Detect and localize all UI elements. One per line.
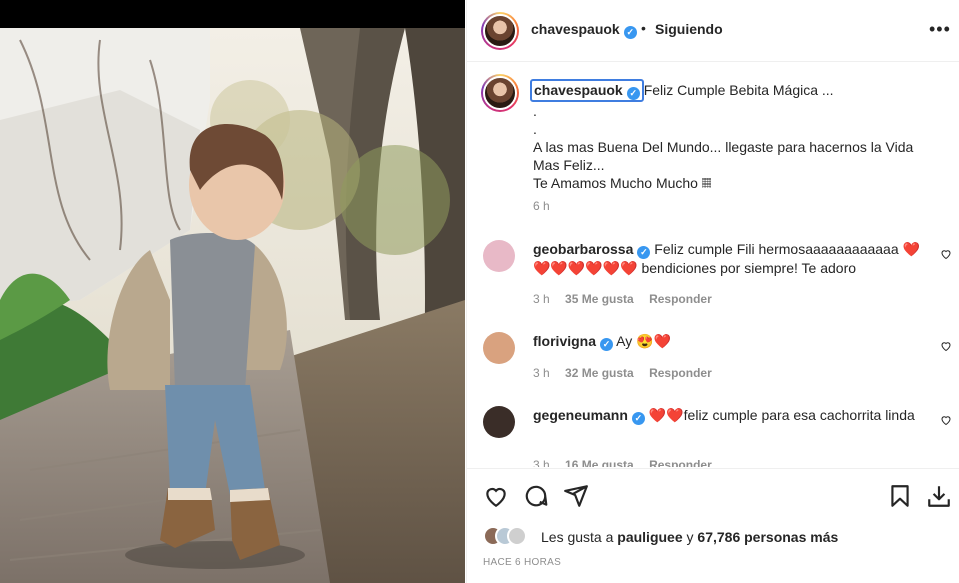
liker-username[interactable]: pauliguee [617,529,682,545]
heart-icon[interactable] [940,248,952,260]
author-username[interactable]: chavespauok ✓ [531,21,637,39]
bookmark-icon[interactable] [887,483,913,509]
comment-text: geobarbarossa ✓ Feliz cumple Fili hermosa… [533,240,933,278]
comment-text: gegeneumann ✓ ❤️❤️feliz cumple para esa c… [533,406,933,425]
heart-icon[interactable] [940,340,952,352]
comment-icon[interactable] [523,483,549,509]
post-photo[interactable] [0,0,465,583]
verified-badge-icon: ✓ [631,412,645,425]
comment-meta: 3 h 35 Me gusta Responder [533,292,724,306]
caption-line: Te Amamos Mucho Mucho 𝄜 [533,175,712,191]
caption-body: chavespauok ✓ Feliz Cumple Bebita Mágica .… [530,79,933,192]
liker-avatar[interactable] [507,526,527,546]
commenter-avatar[interactable] [483,332,515,364]
post-timestamp[interactable]: HACE 6 HORAS [483,557,561,568]
commenter-username[interactable]: florivigna [533,333,596,349]
comment-time: 3 h [533,366,550,380]
download-icon[interactable] [926,483,952,509]
comment-body: Ay 😍❤️ [616,333,671,349]
commenter-username[interactable]: geobarbarossa [533,241,633,257]
post-footer: Les gusta a pauliguee y 67,786 personas … [467,468,959,583]
comment-time: 3 h [533,458,550,467]
reply-button[interactable]: Responder [649,292,712,306]
post-header: chavespauok ✓ • Siguiendo ••• [467,0,959,62]
share-icon[interactable] [563,483,589,509]
commenter-avatar[interactable] [483,240,515,272]
comment-meta: 3 h 32 Me gusta Responder [533,366,724,380]
caption-timestamp: 6 h [533,199,550,213]
commenter-avatar[interactable] [483,406,515,438]
caption-author-avatar[interactable] [481,74,519,112]
likes-text: Les gusta a pauliguee y 67,786 personas … [541,529,839,545]
caption-line: A las mas Buena Del Mundo... llegaste pa… [533,139,914,173]
likes-count[interactable]: 67,786 personas más [697,529,838,545]
comment-likes[interactable]: 16 Me gusta [565,458,634,467]
commenter-username[interactable]: gegeneumann [533,407,628,423]
verified-badge-icon: ✓ [626,87,640,100]
follow-status-button[interactable]: Siguiendo [655,21,723,37]
caption-line: . [533,121,537,137]
photo-scene [0,0,465,583]
comment-likes[interactable]: 35 Me gusta [565,292,634,306]
author-avatar[interactable] [481,12,519,50]
heart-icon[interactable] [483,483,509,509]
comment-time: 3 h [533,292,550,306]
comments-scroll-area[interactable]: chavespauok ✓ Feliz Cumple Bebita Mágica .… [467,63,959,467]
heart-icon[interactable] [940,414,952,426]
verified-badge-icon: ✓ [637,246,651,259]
comment-meta: 3 h 16 Me gusta Responder [533,458,724,467]
reply-button[interactable]: Responder [649,458,712,467]
caption-title: Feliz Cumple Bebita Mágica ... [643,82,834,98]
reply-button[interactable]: Responder [649,366,712,380]
verified-badge-icon: ✓ [623,26,637,39]
caption-username[interactable]: chavespauok ✓ [530,79,644,102]
comment-text: florivigna ✓ Ay 😍❤️ [533,332,933,351]
more-options-icon[interactable]: ••• [929,20,951,38]
post-details-panel: chavespauok ✓ • Siguiendo ••• chavespauok… [466,0,959,583]
comment-body: ❤️❤️feliz cumple para esa cachorrita lin… [648,407,915,423]
caption-line: . [533,103,537,119]
comment-likes[interactable]: 32 Me gusta [565,366,634,380]
separator-dot: • [641,20,646,36]
verified-badge-icon: ✓ [600,338,614,351]
